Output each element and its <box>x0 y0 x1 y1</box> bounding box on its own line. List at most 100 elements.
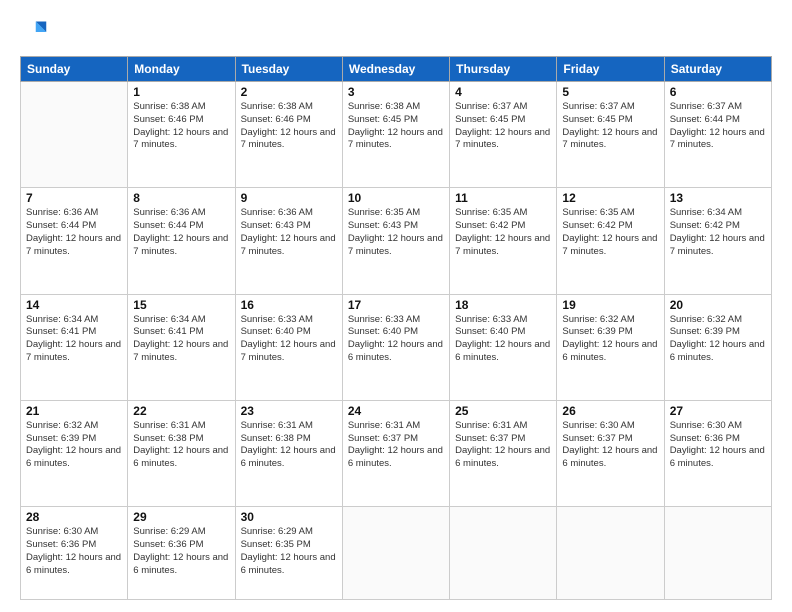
day-info: Sunrise: 6:36 AM Sunset: 6:43 PM Dayligh… <box>241 207 337 258</box>
calendar-cell: 23Sunrise: 6:31 AM Sunset: 6:38 PM Dayli… <box>235 400 342 506</box>
calendar-week-row: 7 Sunrise: 6:36 AM Sunset: 6:44 PM Daylig… <box>21 188 772 294</box>
calendar-cell: 10 Sunrise: 6:35 AM Sunset: 6:43 PM Dayli… <box>342 188 449 294</box>
calendar-cell: 21Sunrise: 6:32 AM Sunset: 6:39 PM Dayli… <box>21 400 128 506</box>
day-info: Sunrise: 6:37 AM Sunset: 6:44 PM Dayligh… <box>670 101 766 152</box>
calendar-cell <box>342 507 449 600</box>
day-number: 4 <box>455 85 551 99</box>
day-info: Sunrise: 6:35 AM Sunset: 6:43 PM Dayligh… <box>348 207 444 258</box>
calendar-cell: 7 Sunrise: 6:36 AM Sunset: 6:44 PM Daylig… <box>21 188 128 294</box>
day-number: 15 <box>133 298 229 312</box>
calendar-cell: 25Sunrise: 6:31 AM Sunset: 6:37 PM Dayli… <box>450 400 557 506</box>
day-number: 1 <box>133 85 229 99</box>
weekday-header: Saturday <box>664 57 771 82</box>
day-info: Sunrise: 6:31 AM Sunset: 6:38 PM Dayligh… <box>241 420 337 471</box>
day-info: Sunrise: 6:36 AM Sunset: 6:44 PM Dayligh… <box>133 207 229 258</box>
calendar-cell: 27 Sunrise: 6:30 AM Sunset: 6:36 PM Dayli… <box>664 400 771 506</box>
day-info: Sunrise: 6:29 AM Sunset: 6:35 PM Dayligh… <box>241 526 337 577</box>
page: SundayMondayTuesdayWednesdayThursdayFrid… <box>0 0 792 612</box>
day-number: 25 <box>455 404 551 418</box>
day-number: 27 <box>670 404 766 418</box>
day-info: Sunrise: 6:37 AM Sunset: 6:45 PM Dayligh… <box>455 101 551 152</box>
day-info: Sunrise: 6:31 AM Sunset: 6:38 PM Dayligh… <box>133 420 229 471</box>
day-info: Sunrise: 6:29 AM Sunset: 6:36 PM Dayligh… <box>133 526 229 577</box>
day-number: 29 <box>133 510 229 524</box>
day-number: 11 <box>455 191 551 205</box>
calendar-cell: 12Sunrise: 6:35 AM Sunset: 6:42 PM Dayli… <box>557 188 664 294</box>
day-number: 14 <box>26 298 122 312</box>
day-number: 2 <box>241 85 337 99</box>
day-number: 3 <box>348 85 444 99</box>
day-info: Sunrise: 6:30 AM Sunset: 6:36 PM Dayligh… <box>670 420 766 471</box>
calendar-cell: 17 Sunrise: 6:33 AM Sunset: 6:40 PM Dayli… <box>342 294 449 400</box>
calendar-cell: 20 Sunrise: 6:32 AM Sunset: 6:39 PM Dayli… <box>664 294 771 400</box>
day-info: Sunrise: 6:33 AM Sunset: 6:40 PM Dayligh… <box>241 314 337 365</box>
calendar-week-row: 21Sunrise: 6:32 AM Sunset: 6:39 PM Dayli… <box>21 400 772 506</box>
logo <box>20 18 52 46</box>
calendar-cell: 22 Sunrise: 6:31 AM Sunset: 6:38 PM Dayli… <box>128 400 235 506</box>
calendar-cell: 30 Sunrise: 6:29 AM Sunset: 6:35 PM Dayli… <box>235 507 342 600</box>
calendar-cell: 5 Sunrise: 6:37 AM Sunset: 6:45 PM Daylig… <box>557 82 664 188</box>
day-number: 9 <box>241 191 337 205</box>
weekday-header: Monday <box>128 57 235 82</box>
day-info: Sunrise: 6:38 AM Sunset: 6:46 PM Dayligh… <box>241 101 337 152</box>
calendar-cell: 18 Sunrise: 6:33 AM Sunset: 6:40 PM Dayli… <box>450 294 557 400</box>
day-number: 30 <box>241 510 337 524</box>
calendar-body: 1 Sunrise: 6:38 AM Sunset: 6:46 PM Daylig… <box>21 82 772 600</box>
calendar-cell <box>664 507 771 600</box>
calendar-cell: 3 Sunrise: 6:38 AM Sunset: 6:45 PM Daylig… <box>342 82 449 188</box>
calendar-week-row: 14 Sunrise: 6:34 AM Sunset: 6:41 PM Dayli… <box>21 294 772 400</box>
day-number: 18 <box>455 298 551 312</box>
day-info: Sunrise: 6:36 AM Sunset: 6:44 PM Dayligh… <box>26 207 122 258</box>
day-number: 6 <box>670 85 766 99</box>
calendar-cell: 2 Sunrise: 6:38 AM Sunset: 6:46 PM Daylig… <box>235 82 342 188</box>
day-number: 10 <box>348 191 444 205</box>
day-info: Sunrise: 6:32 AM Sunset: 6:39 PM Dayligh… <box>562 314 658 365</box>
day-info: Sunrise: 6:34 AM Sunset: 6:41 PM Dayligh… <box>133 314 229 365</box>
day-info: Sunrise: 6:37 AM Sunset: 6:45 PM Dayligh… <box>562 101 658 152</box>
calendar-cell: 9 Sunrise: 6:36 AM Sunset: 6:43 PM Daylig… <box>235 188 342 294</box>
day-number: 7 <box>26 191 122 205</box>
calendar-cell <box>450 507 557 600</box>
calendar-cell: 24 Sunrise: 6:31 AM Sunset: 6:37 PM Dayli… <box>342 400 449 506</box>
calendar-week-row: 1 Sunrise: 6:38 AM Sunset: 6:46 PM Daylig… <box>21 82 772 188</box>
calendar-cell: 19 Sunrise: 6:32 AM Sunset: 6:39 PM Dayli… <box>557 294 664 400</box>
calendar-cell: 26 Sunrise: 6:30 AM Sunset: 6:37 PM Dayli… <box>557 400 664 506</box>
day-number: 17 <box>348 298 444 312</box>
calendar-cell: 14 Sunrise: 6:34 AM Sunset: 6:41 PM Dayli… <box>21 294 128 400</box>
day-info: Sunrise: 6:33 AM Sunset: 6:40 PM Dayligh… <box>455 314 551 365</box>
weekday-header: Wednesday <box>342 57 449 82</box>
day-number: 24 <box>348 404 444 418</box>
day-info: Sunrise: 6:34 AM Sunset: 6:42 PM Dayligh… <box>670 207 766 258</box>
day-info: Sunrise: 6:33 AM Sunset: 6:40 PM Dayligh… <box>348 314 444 365</box>
day-number: 20 <box>670 298 766 312</box>
logo-icon <box>20 18 48 46</box>
calendar-cell: 6 Sunrise: 6:37 AM Sunset: 6:44 PM Daylig… <box>664 82 771 188</box>
day-info: Sunrise: 6:32 AM Sunset: 6:39 PM Dayligh… <box>26 420 122 471</box>
weekday-header: Sunday <box>21 57 128 82</box>
weekday-header: Friday <box>557 57 664 82</box>
day-info: Sunrise: 6:38 AM Sunset: 6:46 PM Dayligh… <box>133 101 229 152</box>
day-info: Sunrise: 6:38 AM Sunset: 6:45 PM Dayligh… <box>348 101 444 152</box>
day-number: 26 <box>562 404 658 418</box>
weekday-header: Tuesday <box>235 57 342 82</box>
day-info: Sunrise: 6:34 AM Sunset: 6:41 PM Dayligh… <box>26 314 122 365</box>
calendar-cell: 8Sunrise: 6:36 AM Sunset: 6:44 PM Daylig… <box>128 188 235 294</box>
day-number: 22 <box>133 404 229 418</box>
header <box>20 18 772 46</box>
calendar-cell: 13 Sunrise: 6:34 AM Sunset: 6:42 PM Dayli… <box>664 188 771 294</box>
calendar-cell: 15 Sunrise: 6:34 AM Sunset: 6:41 PM Dayli… <box>128 294 235 400</box>
day-info: Sunrise: 6:32 AM Sunset: 6:39 PM Dayligh… <box>670 314 766 365</box>
day-number: 12 <box>562 191 658 205</box>
day-info: Sunrise: 6:30 AM Sunset: 6:37 PM Dayligh… <box>562 420 658 471</box>
day-number: 28 <box>26 510 122 524</box>
day-info: Sunrise: 6:30 AM Sunset: 6:36 PM Dayligh… <box>26 526 122 577</box>
calendar-cell <box>557 507 664 600</box>
calendar-week-row: 28 Sunrise: 6:30 AM Sunset: 6:36 PM Dayli… <box>21 507 772 600</box>
day-number: 5 <box>562 85 658 99</box>
calendar-cell <box>21 82 128 188</box>
day-number: 13 <box>670 191 766 205</box>
day-number: 19 <box>562 298 658 312</box>
calendar-cell: 29 Sunrise: 6:29 AM Sunset: 6:36 PM Dayli… <box>128 507 235 600</box>
calendar-cell: 28 Sunrise: 6:30 AM Sunset: 6:36 PM Dayli… <box>21 507 128 600</box>
day-info: Sunrise: 6:31 AM Sunset: 6:37 PM Dayligh… <box>348 420 444 471</box>
